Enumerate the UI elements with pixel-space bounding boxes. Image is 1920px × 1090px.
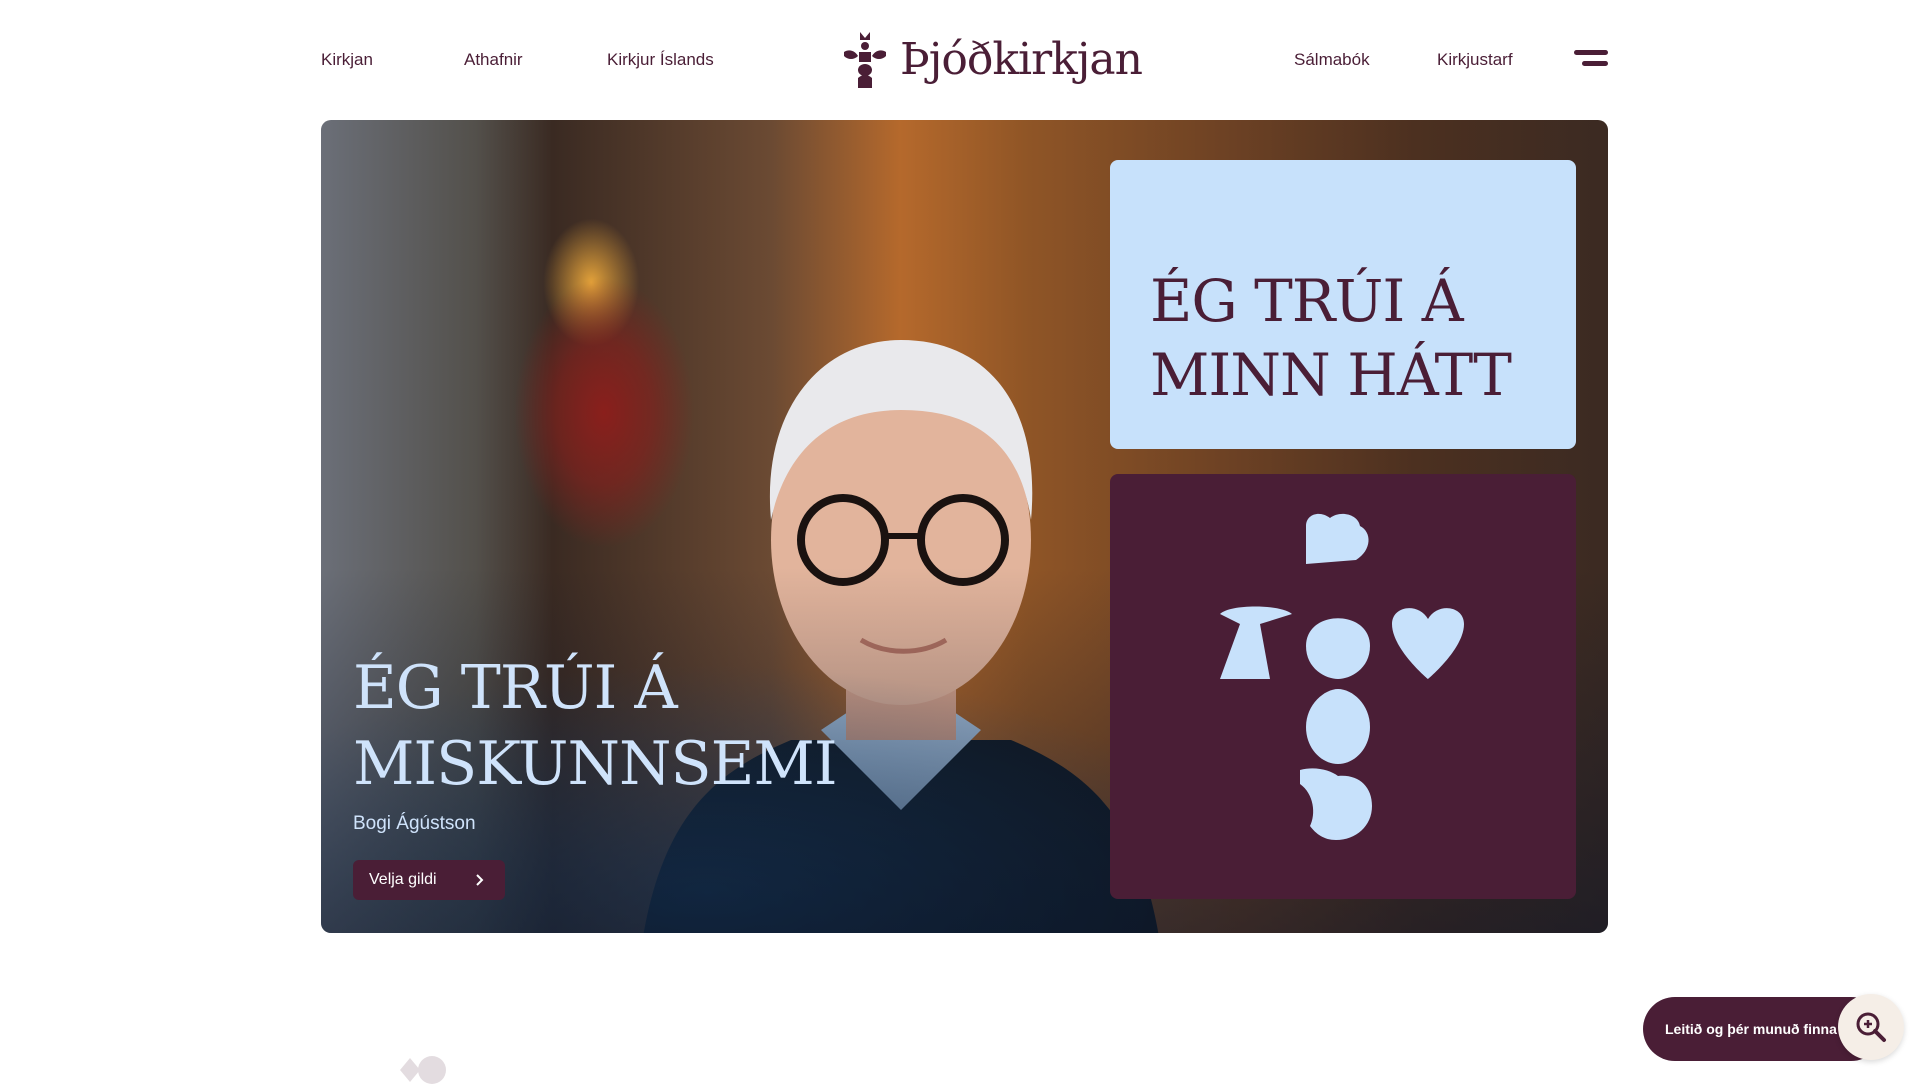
- hero-author: Bogi Ágústson: [353, 813, 476, 834]
- decorative-symbol: [400, 1056, 446, 1084]
- menu-icon: [1574, 50, 1608, 55]
- quote-line-1: ÉG TRÚI Á: [1150, 267, 1464, 335]
- nav-link-kirkjur-islands[interactable]: Kirkjur Íslands: [607, 50, 714, 70]
- nav-link-kirkjustarf[interactable]: Kirkjustarf: [1437, 50, 1513, 70]
- menu-icon-bar: [1582, 61, 1608, 66]
- dove-icon: [1300, 768, 1372, 840]
- heart-star-icon: [1392, 608, 1464, 679]
- nav-link-athafnir[interactable]: Athafnir: [464, 50, 523, 70]
- site-logo[interactable]: Þjóðkirkjan: [842, 28, 1143, 92]
- logo-text: Þjóðkirkjan: [900, 34, 1143, 85]
- nav-link-salmabok[interactable]: Sálmabók: [1294, 50, 1370, 70]
- quote-text: ÉG TRÚI Á MINN HÁTT: [1150, 264, 1570, 412]
- site-header: Kirkjan Athafnir Kirkjur Íslands Þjóðkir…: [0, 0, 1920, 120]
- menu-button[interactable]: [1574, 48, 1608, 70]
- leaf-icon: [1306, 513, 1369, 564]
- hero-title: ÉG TRÚI Á MISKUNNSEMI: [353, 650, 1053, 802]
- shell-icon: [1306, 618, 1370, 679]
- hero-title-line-1: ÉG TRÚI Á: [353, 653, 678, 723]
- cta-label: Velja gildi: [369, 871, 437, 888]
- nav-link-kirkjan[interactable]: Kirkjan: [321, 50, 373, 70]
- velja-gildi-button[interactable]: Velja gildi: [353, 860, 505, 900]
- cross-symbols: [1220, 513, 1464, 840]
- search-label: Leitið og þér munuð finna: [1665, 1021, 1837, 1037]
- symbol-card: [1110, 474, 1576, 899]
- hero-title-line-2: MISKUNNSEMI: [353, 729, 838, 799]
- tree-icon: [1220, 606, 1292, 679]
- search-button[interactable]: [1838, 994, 1904, 1060]
- hero-banner: ÉG TRÚI Á MISKUNNSEMI Bogi Ágústson Velj…: [321, 120, 1608, 933]
- chevron-right-icon: [476, 874, 484, 886]
- quote-card[interactable]: ÉG TRÚI Á MINN HÁTT: [1110, 160, 1576, 449]
- search-icon: [1856, 1012, 1886, 1042]
- logo-cross-icon: [844, 32, 886, 88]
- quote-line-2: MINN HÁTT: [1150, 341, 1512, 409]
- hands-icon: [1306, 689, 1370, 764]
